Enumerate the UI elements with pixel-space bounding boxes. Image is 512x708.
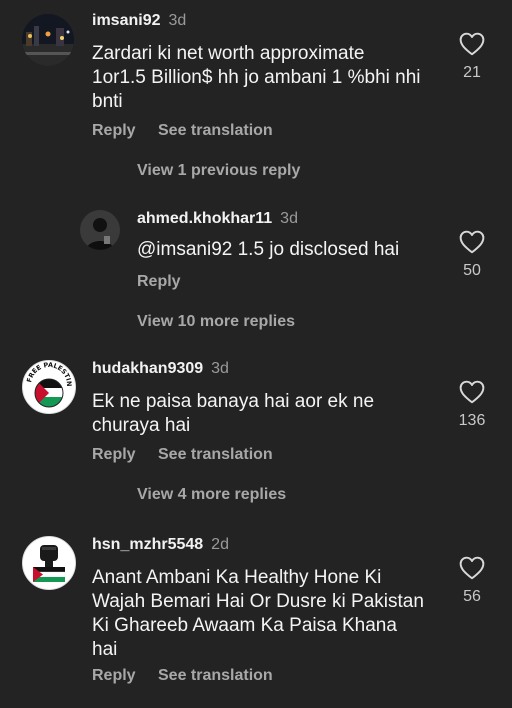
comment-username[interactable]: imsani92 3d (92, 12, 186, 30)
see-translation-button[interactable]: See translation (158, 122, 273, 140)
comment-time: 3d (211, 360, 229, 377)
like-count: 21 (463, 64, 481, 81)
comment-text: @imsani92 1.5 jo disclosed hai (137, 239, 400, 260)
like-count: 56 (463, 588, 481, 605)
comment-text: Anant Ambani Ka Healthy Hone Ki Wajah Be… (92, 566, 452, 662)
avatar[interactable]: FREE PALESTINE (22, 360, 76, 414)
avatar[interactable] (80, 210, 120, 250)
free-palestine-logo: FREE PALESTINE (23, 361, 75, 413)
reply-button[interactable]: Reply (92, 667, 136, 685)
comment-text-line: Anant Ambani Ka Healthy Hone Ki (92, 567, 382, 588)
reply-item: ahmed.khokhar11 3d @imsani92 1.5 jo discl… (0, 200, 512, 340)
comment-item: hsn_mzhr5548 2d Anant Ambani Ka Healthy H… (0, 526, 512, 708)
like-control: 56 (452, 556, 492, 606)
comment-text-line: 1or1.5 Billion$ hh jo ambani 1 %bhi nhi (92, 67, 421, 88)
comment-username[interactable]: hudakhan9309 3d (92, 360, 229, 378)
comment-text-line: bnti (92, 91, 123, 112)
reply-button[interactable]: Reply (92, 446, 136, 464)
heart-outline-icon[interactable] (459, 230, 485, 254)
reply-button[interactable]: Reply (137, 273, 181, 291)
comment-item: FREE PALESTINE hudakhan9309 3d Ek ne pais… (0, 352, 512, 512)
reply-button[interactable]: Reply (92, 122, 136, 140)
like-control: 21 (452, 32, 492, 82)
view-replies-button[interactable]: View 10 more replies (137, 313, 295, 331)
comment-text-line: Wajah Bemari Hai Or Dusre ki Pakistan (92, 591, 424, 612)
view-replies-button[interactable]: View 1 previous reply (137, 162, 300, 180)
username-text[interactable]: imsani92 (92, 12, 160, 29)
avatar[interactable] (22, 14, 74, 66)
comment-username[interactable]: ahmed.khokhar11 3d (137, 210, 298, 228)
like-control: 136 (452, 380, 492, 430)
username-text[interactable]: hsn_mzhr5548 (92, 536, 203, 553)
comment-time: 2d (211, 536, 229, 553)
avatar-image-person (80, 210, 120, 250)
heart-outline-icon[interactable] (459, 380, 485, 404)
heart-outline-icon[interactable] (459, 556, 485, 580)
comment-text-line: Zardari ki net worth approximate (92, 43, 365, 64)
comment-text-line: Ki Ghareeb Awaam Ka Paisa Khana (92, 615, 397, 636)
see-translation-button[interactable]: See translation (158, 446, 273, 464)
comment-text: Zardari ki net worth approximate 1or1.5 … (92, 42, 452, 114)
avatar[interactable] (22, 536, 76, 590)
comment-time: 3d (280, 210, 298, 227)
comment-item: imsani92 3d Zardari ki net worth approxim… (0, 0, 512, 179)
avatar-image-night-city (22, 14, 74, 66)
see-translation-button[interactable]: See translation (158, 667, 273, 685)
comment-text-line: Ek ne paisa banaya hai aor ek ne (92, 391, 375, 412)
username-text[interactable]: hudakhan9309 (92, 360, 203, 377)
username-text[interactable]: ahmed.khokhar11 (137, 210, 272, 227)
comment-time: 3d (168, 12, 187, 29)
like-count: 50 (463, 262, 481, 279)
like-count: 136 (458, 412, 486, 429)
heart-outline-icon[interactable] (459, 32, 485, 56)
view-replies-button[interactable]: View 4 more replies (137, 486, 286, 504)
comment-text-line: hai (92, 639, 118, 660)
like-control: 50 (452, 230, 492, 280)
comment-text: Ek ne paisa banaya hai aor ek ne churaya… (92, 390, 432, 438)
comment-text-line: churaya hai (92, 415, 191, 436)
palestine-fist-logo (23, 537, 75, 589)
comment-username[interactable]: hsn_mzhr5548 2d (92, 536, 229, 554)
